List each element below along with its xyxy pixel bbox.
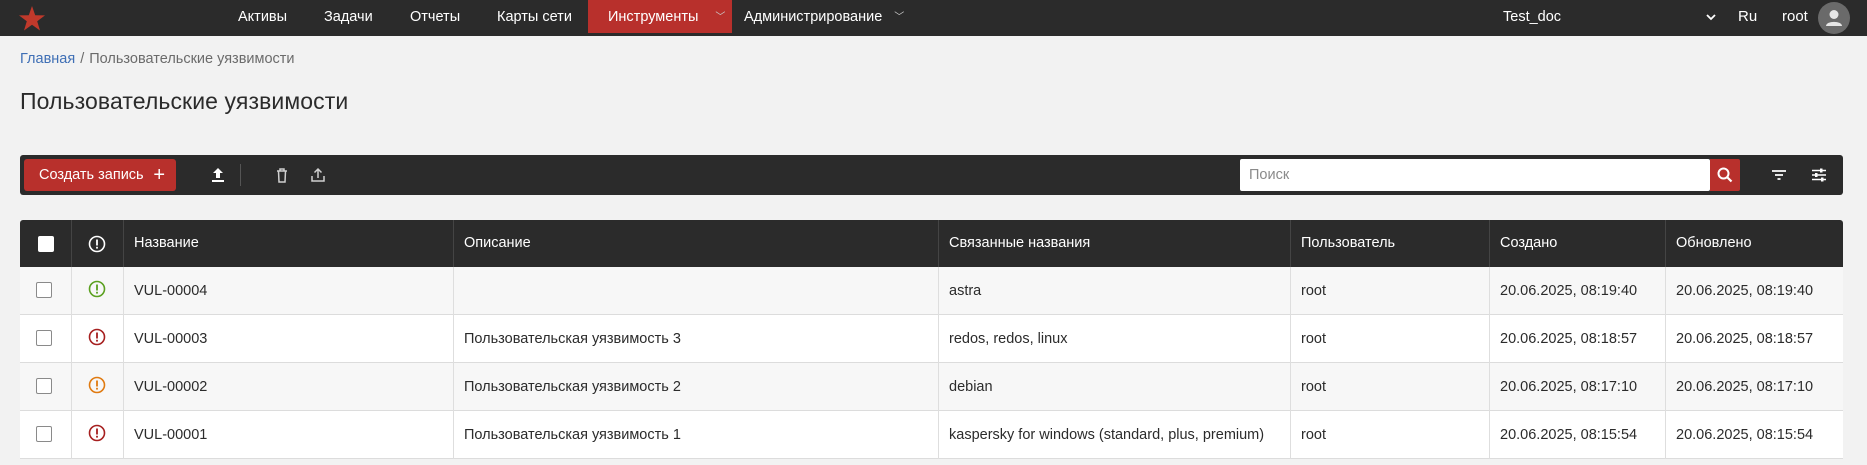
table-row[interactable]: VUL-00004 astra root 20.06.2025, 08:19:40 20…	[20, 267, 1843, 315]
cell-created: 20.06.2025, 08:15:54	[1490, 411, 1666, 459]
table-row[interactable]: VUL-00003 Пользовательская уязвимость 3 re…	[20, 315, 1843, 363]
top-navbar: Активы Задачи Отчеты Карты сети Инструме…	[0, 0, 1867, 36]
chevron-down-icon: ﹀	[715, 12, 726, 23]
trash-icon[interactable]	[273, 166, 291, 184]
nav-item-tools[interactable]: Инструменты ﹀	[588, 0, 733, 33]
cell-name[interactable]: VUL-00002	[124, 363, 454, 411]
nav-item-administration[interactable]: Администрирование ﹀	[744, 0, 906, 33]
cell-related-names: astra	[939, 267, 1291, 315]
toolbar: Создать запись +	[20, 155, 1843, 195]
cell-name[interactable]: VUL-00003	[124, 315, 454, 363]
cell-severity	[72, 363, 124, 411]
cell-select	[20, 363, 72, 411]
nav-item-assets[interactable]: Активы	[238, 0, 287, 33]
cell-severity	[72, 411, 124, 459]
row-checkbox[interactable]	[36, 378, 52, 394]
cell-description: Пользовательская уязвимость 3	[454, 315, 939, 363]
filter-icon[interactable]	[1770, 166, 1788, 184]
column-header-user[interactable]: Пользователь	[1291, 220, 1490, 267]
severity-high-icon	[88, 328, 106, 346]
column-header-related[interactable]: Связанные названия	[939, 220, 1291, 267]
chevron-down-icon: ﹀	[894, 12, 905, 23]
cell-user: root	[1291, 363, 1490, 411]
username[interactable]: root	[1782, 0, 1808, 34]
upload-icon[interactable]	[209, 166, 227, 184]
cell-description	[454, 267, 939, 315]
cell-select	[20, 267, 72, 315]
star-logo-icon[interactable]	[18, 5, 46, 31]
language-switch[interactable]: Ru	[1738, 0, 1757, 34]
nav-item-tasks[interactable]: Задачи	[324, 0, 373, 33]
cell-related-names: kaspersky for windows (standard, plus, p…	[939, 411, 1291, 459]
create-record-button[interactable]: Создать запись +	[24, 159, 176, 191]
cell-user: root	[1291, 315, 1490, 363]
column-header-description[interactable]: Описание	[454, 220, 939, 267]
nav-item-network-maps[interactable]: Карты сети	[497, 0, 572, 33]
search-input[interactable]	[1240, 159, 1710, 191]
toolbar-divider	[240, 164, 241, 186]
cell-updated: 20.06.2025, 08:18:57	[1676, 331, 1814, 347]
cell-created: 20.06.2025, 08:17:10	[1490, 363, 1666, 411]
row-checkbox[interactable]	[36, 330, 52, 346]
breadcrumb-current: Пользовательские уязвимости	[89, 51, 295, 67]
cell-select	[20, 411, 72, 459]
create-record-label: Создать запись	[39, 167, 144, 183]
severity-low-icon	[88, 280, 106, 298]
chevron-down-icon[interactable]	[1704, 10, 1718, 24]
nav-item-administration-label: Администрирование	[744, 9, 883, 25]
settings-sliders-icon[interactable]	[1810, 166, 1828, 184]
export-icon[interactable]	[309, 166, 327, 184]
cell-updated: 20.06.2025, 08:15:54	[1676, 427, 1814, 443]
cell-updated: 20.06.2025, 08:19:40	[1676, 283, 1814, 299]
header-severity-cell	[72, 220, 124, 267]
cell-created: 20.06.2025, 08:18:57	[1490, 315, 1666, 363]
breadcrumb: Главная / Пользовательские уязвимости	[20, 51, 295, 67]
cell-description: Пользовательская уязвимость 1	[454, 411, 939, 459]
row-checkbox[interactable]	[36, 282, 52, 298]
breadcrumb-home-link[interactable]: Главная	[20, 51, 75, 67]
cell-select	[20, 315, 72, 363]
header-select-cell	[20, 220, 72, 267]
row-checkbox[interactable]	[36, 426, 52, 442]
column-header-created[interactable]: Создано	[1490, 220, 1666, 267]
column-header-name[interactable]: Название	[124, 220, 454, 267]
cell-created: 20.06.2025, 08:19:40	[1490, 267, 1666, 315]
table-row[interactable]: VUL-00002 Пользовательская уязвимость 2 de…	[20, 363, 1843, 411]
nav-item-reports[interactable]: Отчеты	[410, 0, 460, 33]
cell-user: root	[1291, 411, 1490, 459]
plus-icon: +	[153, 164, 165, 186]
search-button[interactable]	[1710, 159, 1740, 191]
table-body: VUL-00004 astra root 20.06.2025, 08:19:40 20…	[20, 267, 1843, 459]
cell-severity	[72, 315, 124, 363]
cell-name[interactable]: VUL-00001	[124, 411, 454, 459]
project-selector[interactable]: Test_doc	[1503, 0, 1561, 34]
cell-updated: 20.06.2025, 08:17:10	[1676, 379, 1814, 395]
cell-description: Пользовательская уязвимость 2	[454, 363, 939, 411]
table-row[interactable]: VUL-00001 Пользовательская уязвимость 1 ka…	[20, 411, 1843, 459]
user-icon	[1826, 10, 1842, 26]
page-title: Пользовательские уязвимости	[20, 88, 349, 114]
breadcrumb-separator: /	[80, 51, 85, 67]
cell-related-names: debian	[939, 363, 1291, 411]
select-all-checkbox[interactable]	[38, 236, 54, 252]
search-box	[1240, 159, 1710, 191]
severity-high-icon	[88, 424, 106, 442]
cell-severity	[72, 267, 124, 315]
alert-circle-icon	[88, 235, 106, 253]
cell-related-names: redos, redos, linux	[939, 315, 1291, 363]
cell-user: root	[1291, 267, 1490, 315]
severity-medium-icon	[88, 376, 106, 394]
avatar[interactable]	[1818, 2, 1850, 34]
nav-item-tools-label: Инструменты	[608, 9, 699, 25]
vulnerabilities-table: Название Описание Связанные названия Пол…	[20, 220, 1843, 459]
search-icon	[1717, 167, 1733, 183]
cell-name[interactable]: VUL-00004	[124, 267, 454, 315]
table-header: Название Описание Связанные названия Пол…	[20, 220, 1843, 267]
column-header-updated[interactable]: Обновлено	[1666, 220, 1843, 267]
